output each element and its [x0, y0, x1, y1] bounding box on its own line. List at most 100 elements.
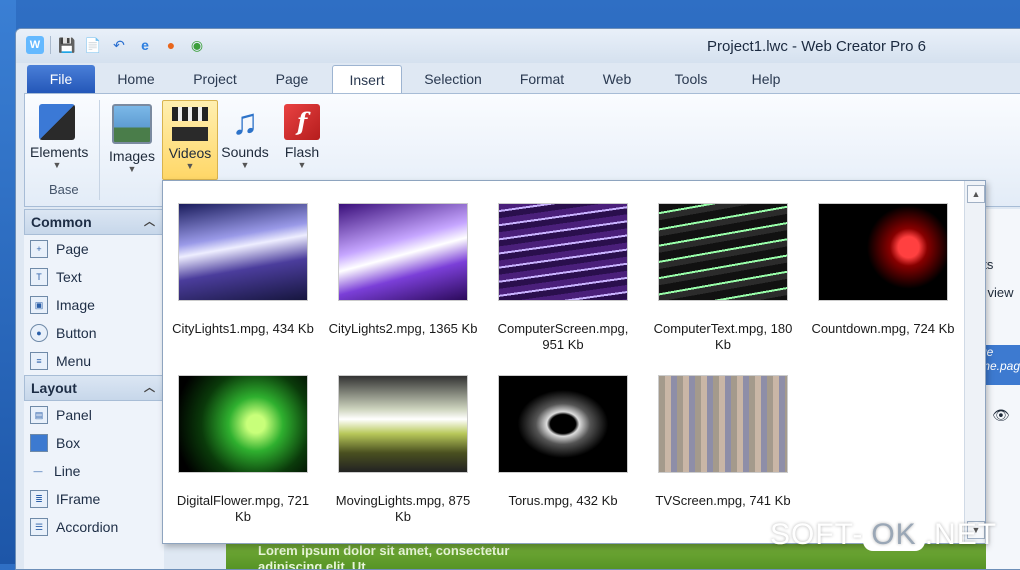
video-thumb-tvscreen[interactable]: TVScreen.mpg, 741 Kb — [648, 375, 798, 509]
toolbox-item-panel[interactable]: ▤ Panel — [24, 401, 164, 429]
watermark: SOFT- OK .NET — [770, 518, 997, 552]
toolbox-item-menu[interactable]: ≡ Menu — [24, 347, 164, 375]
dropdown-arrow-icon: ▼ — [185, 161, 195, 171]
video-thumb-computerscreen[interactable]: ComputerScreen.mpg, 951 Kb — [488, 203, 638, 353]
title-bar: W 💾 📄 ↶ e ● ◉ Project1.lwc - Web Creator… — [16, 29, 1020, 63]
video-preview — [818, 203, 948, 301]
image-icon: ▣ — [30, 296, 48, 314]
video-preview — [498, 375, 628, 473]
watermark-ok: OK — [863, 518, 925, 551]
ribbon-tabs: File Home Project Page Insert Selection … — [16, 63, 1020, 94]
toolbox-item-accordion[interactable]: ☰ Accordion — [24, 513, 164, 541]
chrome-icon[interactable]: ◉ — [187, 35, 207, 55]
item-label: Image — [56, 297, 95, 313]
video-preview — [658, 375, 788, 473]
section-header-common[interactable]: Common ︿ — [24, 209, 164, 235]
collapse-icon[interactable]: ︿ — [144, 210, 155, 234]
video-thumb-citylights1[interactable]: CityLights1.mpg, 434 Kb — [168, 203, 318, 337]
video-thumb-countdown[interactable]: Countdown.mpg, 724 Kb — [808, 203, 958, 337]
toolbox-item-iframe[interactable]: ≣ IFrame — [24, 485, 164, 513]
quick-access-toolbar: W 💾 📄 ↶ e ● ◉ — [26, 35, 207, 55]
toolbox-item-box[interactable]: Box — [24, 429, 164, 457]
section-title: Layout — [31, 380, 77, 396]
line-icon: — — [33, 466, 43, 476]
scroll-up-icon[interactable]: ▲ — [967, 185, 985, 203]
video-thumb-torus[interactable]: Torus.mpg, 432 Kb — [488, 375, 638, 509]
dropdown-arrow-icon: ▼ — [52, 160, 62, 170]
flash-icon: f — [284, 104, 320, 140]
gallery-scrollbar[interactable]: ▲ ▼ — [964, 181, 985, 543]
sounds-label: Sounds — [221, 144, 269, 160]
video-preview — [658, 203, 788, 301]
video-preview — [498, 203, 628, 301]
elements-icon — [39, 104, 75, 140]
box-icon — [30, 434, 48, 452]
tab-page[interactable]: Page — [260, 65, 324, 93]
item-label: Line — [54, 463, 81, 479]
video-thumb-computertext[interactable]: ComputerText.mpg, 180 Kb — [648, 203, 798, 353]
toolbox-item-image[interactable]: ▣ Image — [24, 291, 164, 319]
video-caption: Torus.mpg, 432 Kb — [508, 493, 618, 508]
section-header-layout[interactable]: Layout ︿ — [24, 375, 164, 401]
videos-button[interactable]: Videos ▼ — [162, 100, 218, 180]
menu-icon: ≡ — [30, 352, 48, 370]
video-thumb-digitalflower[interactable]: DigitalFlower.mpg, 721 Kb — [168, 375, 318, 525]
group-separator — [99, 100, 100, 200]
item-label: IFrame — [56, 491, 101, 507]
undo-icon[interactable]: ↶ — [109, 35, 129, 55]
tab-home[interactable]: Home — [101, 65, 171, 93]
video-caption: Countdown.mpg, 724 Kb — [811, 321, 955, 336]
toolbox-sidebar: Common ︿ + Page T Text ▣ Image ● Button ≡ Men… — [24, 209, 164, 569]
section-title: Common — [31, 214, 92, 230]
elements-label: Elements — [30, 144, 89, 160]
video-caption: CityLights1.mpg, 434 Kb — [172, 321, 314, 336]
collapse-icon[interactable]: ︿ — [144, 376, 155, 400]
save-icon[interactable]: 💾 — [57, 35, 77, 55]
images-button[interactable]: Images ▼ — [105, 100, 159, 178]
video-caption: ComputerText.mpg, 180 Kb — [653, 321, 793, 352]
item-label: Text — [56, 269, 82, 285]
watermark-left: SOFT- — [770, 518, 864, 551]
tab-format[interactable]: Format — [506, 65, 578, 93]
images-label: Images — [109, 148, 155, 164]
accordion-icon: ☰ — [30, 518, 48, 536]
tab-insert[interactable]: Insert — [332, 65, 402, 94]
page-icon: + — [30, 240, 48, 258]
tab-selection[interactable]: Selection — [408, 65, 498, 93]
dropdown-arrow-icon: ▼ — [240, 160, 250, 170]
video-caption: TVScreen.mpg, 741 Kb — [655, 493, 791, 508]
internet-explorer-icon[interactable]: e — [135, 35, 155, 55]
copy-icon[interactable]: 📄 — [83, 35, 103, 55]
item-label: Accordion — [56, 519, 119, 535]
toolbox-item-text[interactable]: T Text — [24, 263, 164, 291]
video-caption: DigitalFlower.mpg, 721 Kb — [176, 493, 310, 524]
sounds-button[interactable]: ♫ Sounds ▼ — [218, 100, 272, 178]
elements-button[interactable]: Elements ▼ — [30, 100, 89, 178]
toolbox-item-button[interactable]: ● Button — [24, 319, 164, 347]
images-icon — [112, 104, 152, 144]
tab-web[interactable]: Web — [588, 65, 646, 93]
tab-project[interactable]: Project — [176, 65, 254, 93]
video-thumb-movinglights[interactable]: MovingLights.mpg, 875 Kb — [328, 375, 478, 525]
flash-button[interactable]: f Flash ▼ — [275, 100, 329, 178]
desktop-background — [0, 0, 16, 564]
tab-file[interactable]: File — [27, 65, 95, 93]
button-icon: ● — [30, 324, 48, 342]
app-icon[interactable]: W — [26, 36, 44, 54]
iframe-icon: ≣ — [30, 490, 48, 508]
toolbox-item-line[interactable]: — Line — [24, 457, 164, 485]
toolbox-item-page[interactable]: + Page — [24, 235, 164, 263]
window-title: Project1.lwc - Web Creator Pro 6 — [707, 38, 926, 55]
item-label: Page — [56, 241, 89, 257]
video-preview — [178, 203, 308, 301]
visibility-eye-icon[interactable]: 👁 — [992, 407, 1010, 424]
videos-gallery-dropdown: CityLights1.mpg, 434 Kb CityLights2.mpg,… — [162, 180, 986, 544]
video-caption: MovingLights.mpg, 875 Kb — [335, 493, 471, 524]
video-caption: CityLights2.mpg, 1365 Kb — [328, 321, 478, 336]
video-caption: ComputerScreen.mpg, 951 Kb — [497, 321, 629, 352]
video-thumb-citylights2[interactable]: CityLights2.mpg, 1365 Kb — [328, 203, 478, 337]
tab-tools[interactable]: Tools — [656, 65, 726, 93]
tab-help[interactable]: Help — [736, 65, 796, 93]
firefox-icon[interactable]: ● — [161, 35, 181, 55]
separator — [50, 36, 51, 54]
